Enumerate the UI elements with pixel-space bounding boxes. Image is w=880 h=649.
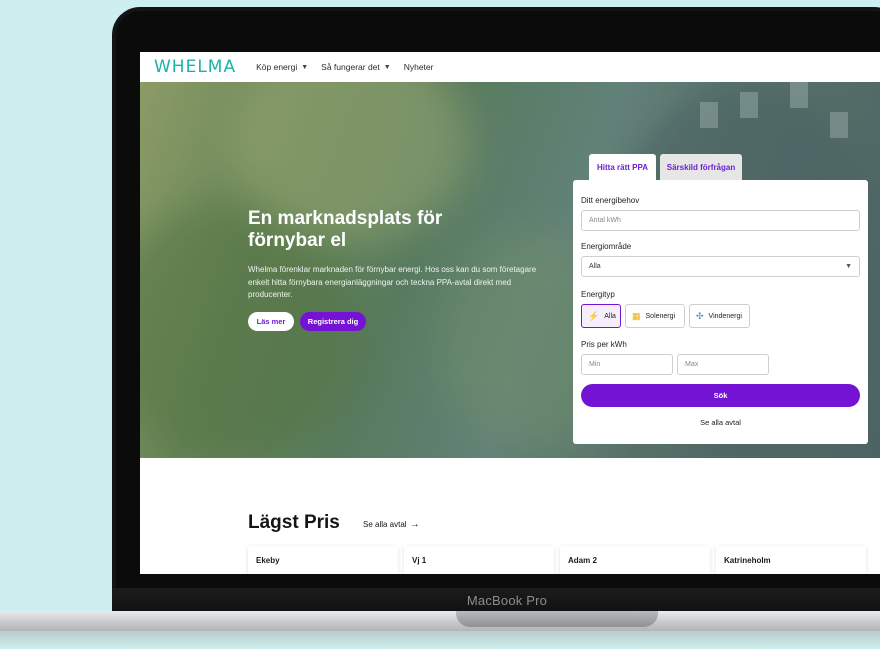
search-button[interactable]: Sök [581,384,860,407]
chevron-down-icon: ▼ [383,63,391,71]
energy-need-label: Ditt energibehov [581,196,640,205]
price-max-input[interactable]: Max [677,354,769,375]
price-min-input[interactable]: Min [581,354,673,375]
hero-description: Whelma förenklar marknaden för förnybar … [248,265,537,299]
energy-type-label: Vindenergi [708,312,742,320]
bolt-icon: ⚡ [588,310,600,321]
chevron-down-icon: ▼ [301,63,309,71]
hero-section: En marknadsplats för förnybar el Whelma … [140,82,880,458]
selected-value: Alla [589,263,601,270]
hero-title: En marknadsplats för förnybar el [248,208,443,251]
whelma-logo[interactable]: WHELMA [154,57,236,77]
chevron-down-icon: ▼ [845,263,852,270]
nav-item-label: Köp energi [256,62,298,72]
price-card[interactable]: Ekeby [248,546,398,574]
read-more-button[interactable]: Läs mer [248,312,294,331]
energy-type-solenergi[interactable]: ▦ Solenergi [625,304,685,328]
energy-type-alla[interactable]: ⚡ Alla [581,304,621,328]
wind-turbine-icon: ✣ [696,310,704,321]
tab-hitta-ratt-ppa[interactable]: Hitta rätt PPA [589,154,656,180]
lowest-price-title: Lägst Pris [248,512,340,533]
see-all-contracts-link[interactable]: Se alla avtal [573,418,868,427]
device-label: MacBook Pro [466,593,548,608]
solar-panel-icon: ▦ [632,310,641,321]
price-card[interactable]: Katrineholm [716,546,866,574]
tab-sarskild-forfragan[interactable]: Särskild förfrågan [660,154,742,180]
top-navbar: WHELMA Köp energi ▼ Så fungerar det ▼ Ny… [140,52,880,82]
energy-type-label: Energityp [581,290,615,299]
energy-type-vindenergi[interactable]: ✣ Vindenergi [689,304,750,328]
energy-need-input[interactable]: Antal kWh [581,210,860,231]
nav-item-label: Nyheter [403,62,434,72]
browser-screen: WHELMA Köp energi ▼ Så fungerar det ▼ Ny… [140,52,880,574]
laptop-base [0,611,880,631]
price-label: Pris per kWh [581,340,627,349]
laptop-notch [456,611,658,627]
link-label: Se alla avtal [363,520,407,529]
nav-item-label: Så fungerar det [321,62,380,72]
energy-type-label: Alla [604,312,616,320]
arrow-right-icon: → [409,519,420,530]
placeholder: Max [685,361,699,368]
price-card[interactable]: Adam 2 [560,546,710,574]
price-card[interactable]: Vj 1 [404,546,554,574]
energy-type-label: Solenergi [645,312,676,320]
register-button[interactable]: Registrera dig [300,312,366,331]
search-card: Ditt energibehov Antal kWh Energiområde … [573,180,868,444]
placeholder: Antal kWh [589,217,621,224]
energy-area-select[interactable]: Alla ▼ [581,256,860,277]
lowest-see-all-link[interactable]: Se alla avtal → [363,519,420,530]
nav-item-nyheter[interactable]: Nyheter [404,62,434,72]
energy-area-label: Energiområde [581,242,632,251]
placeholder: Min [589,361,601,368]
nav-item-sa-fungerar-det[interactable]: Så fungerar det ▼ [321,62,391,72]
laptop-shadow [0,631,880,649]
nav-item-kop-energi[interactable]: Köp energi ▼ [256,62,308,72]
